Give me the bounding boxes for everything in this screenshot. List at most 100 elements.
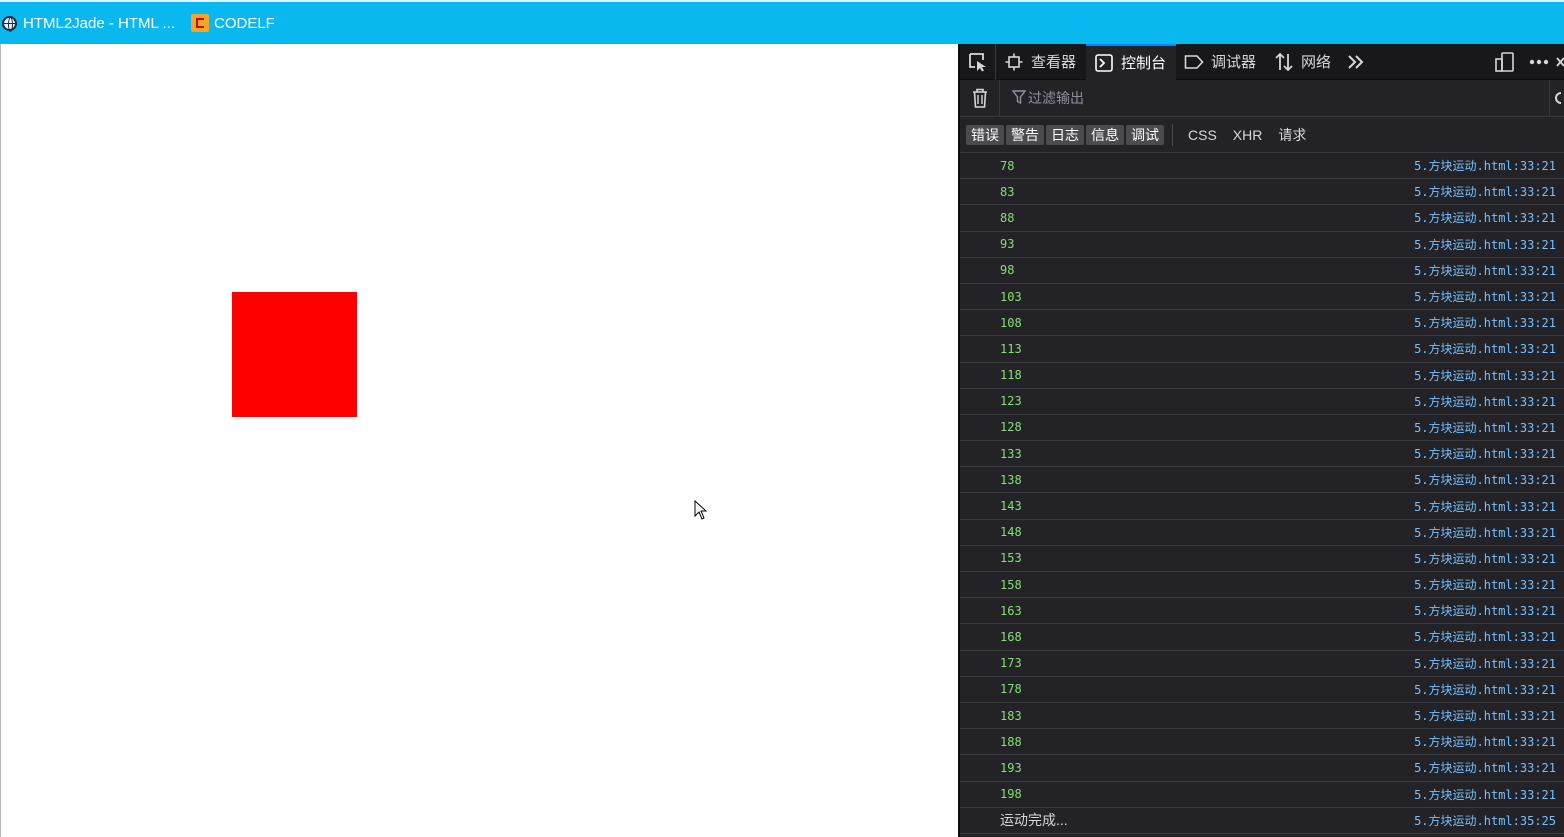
console-message-source-link[interactable]: 5.方块运动.html:33:21 bbox=[1414, 471, 1556, 488]
bookmark-codelf[interactable]: CODELF bbox=[190, 8, 291, 38]
inspector-icon bbox=[1004, 52, 1024, 72]
console-message-value: 138 bbox=[1000, 472, 1022, 487]
console-message: 143 5.方块运动.html:33:21 bbox=[960, 493, 1564, 520]
bookmark-label: CODELF bbox=[213, 14, 275, 32]
console-message: 118 5.方块运动.html:33:21 bbox=[960, 363, 1564, 389]
filter-wrapper bbox=[1000, 82, 1549, 114]
element-picker-icon bbox=[968, 52, 986, 71]
settings-button[interactable] bbox=[1549, 79, 1564, 117]
filter-errors[interactable]: 错误 bbox=[966, 124, 1004, 145]
console-filter-bar bbox=[960, 79, 1564, 117]
tab-debugger[interactable]: 调试器 bbox=[1176, 44, 1266, 80]
console-message: 83 5.方块运动.html:33:21 bbox=[960, 179, 1564, 206]
more-tabs-button[interactable] bbox=[1341, 44, 1371, 80]
codelf-icon bbox=[190, 14, 209, 32]
responsive-design-icon bbox=[1495, 52, 1514, 72]
console-message-source-link[interactable]: 5.方块运动.html:33:21 bbox=[1414, 445, 1556, 462]
console-message-source-link[interactable]: 5.方块运动.html:33:21 bbox=[1414, 759, 1556, 776]
console-message-value: 98 bbox=[1000, 263, 1015, 278]
console-message-source-link[interactable]: 5.方块运动.html:33:21 bbox=[1414, 183, 1556, 200]
console-message: 78 5.方块运动.html:33:21 bbox=[960, 153, 1564, 180]
filter-requests[interactable]: 请求 bbox=[1278, 125, 1306, 145]
console-message-value: 188 bbox=[1000, 734, 1022, 749]
moving-box bbox=[232, 292, 357, 417]
console-message-value: 78 bbox=[1000, 158, 1015, 173]
console-message-source-link[interactable]: 5.方块运动.html:33:21 bbox=[1414, 340, 1556, 357]
element-picker-button[interactable] bbox=[960, 44, 996, 80]
mouse-cursor-icon bbox=[694, 500, 708, 520]
console-message-source-link[interactable]: 5.方块运动.html:33:21 bbox=[1414, 209, 1556, 226]
trash-icon bbox=[972, 88, 987, 108]
gear-icon bbox=[1555, 92, 1561, 104]
network-icon bbox=[1274, 52, 1294, 72]
console-message-source-link[interactable]: 5.方块运动.html:33:21 bbox=[1414, 707, 1556, 724]
console-message-source-link[interactable]: 5.方块运动.html:33:21 bbox=[1414, 419, 1556, 436]
responsive-design-button[interactable] bbox=[1488, 44, 1522, 80]
console-message: 108 5.方块运动.html:33:21 bbox=[960, 310, 1564, 337]
console-message-source-link[interactable]: 5.方块运动.html:33:21 bbox=[1414, 236, 1556, 253]
filter-info[interactable]: 信息 bbox=[1086, 124, 1124, 145]
console-message-source-link[interactable]: 5.方块运动.html:33:21 bbox=[1414, 786, 1556, 803]
console-message-source-link[interactable]: 5.方块运动.html:33:21 bbox=[1414, 314, 1556, 331]
console-message: 148 5.方块运动.html:33:21 bbox=[960, 520, 1564, 546]
console-message: 103 5.方块运动.html:33:21 bbox=[960, 284, 1564, 311]
console-message-source-link[interactable]: 5.方块运动.html:33:21 bbox=[1414, 550, 1556, 567]
filter-debug[interactable]: 调试 bbox=[1126, 124, 1164, 145]
console-message-source-link[interactable]: 5.方块运动.html:33:21 bbox=[1414, 576, 1556, 593]
console-message-value: 118 bbox=[1000, 368, 1022, 383]
console-message: 158 5.方块运动.html:33:21 bbox=[960, 572, 1564, 599]
console-message-value: 88 bbox=[1000, 210, 1015, 225]
log-level-filters: 错误 警告 日志 信息 调试 CSS XHR 请求 bbox=[960, 117, 1564, 153]
console-message: 123 5.方块运动.html:33:21 bbox=[960, 389, 1564, 415]
console-message-source-link[interactable]: 5.方块运动.html:33:21 bbox=[1414, 157, 1556, 174]
console-message-source-link[interactable]: 5.方块运动.html:33:21 bbox=[1414, 393, 1556, 410]
console-message: 128 5.方块运动.html:33:21 bbox=[960, 415, 1564, 442]
console-message-source-link[interactable]: 5.方块运动.html:35:25 bbox=[1414, 812, 1556, 829]
close-icon bbox=[1556, 57, 1564, 67]
globe-icon bbox=[0, 14, 18, 32]
tab-label: 查看器 bbox=[1031, 54, 1077, 71]
console-message-source-link[interactable]: 5.方块运动.html:33:21 bbox=[1414, 288, 1556, 305]
filter-warnings[interactable]: 警告 bbox=[1006, 124, 1044, 145]
tab-label: 网络 bbox=[1301, 54, 1332, 71]
menu-button[interactable] bbox=[1522, 44, 1556, 80]
console-message: 98 5.方块运动.html:33:21 bbox=[960, 258, 1564, 284]
console-icon bbox=[1094, 53, 1114, 73]
devtools-toolbar: 查看器 控制台 调试器 网络 bbox=[960, 44, 1564, 80]
bookmark-html2jade[interactable]: HTML2Jade - HTML ... bbox=[0, 8, 191, 38]
tab-network[interactable]: 网络 bbox=[1266, 44, 1341, 80]
console-message: 153 5.方块运动.html:33:21 bbox=[960, 546, 1564, 572]
console-message-value: 83 bbox=[1000, 184, 1015, 199]
console-message-source-link[interactable]: 5.方块运动.html:33:21 bbox=[1414, 524, 1556, 541]
tab-inspector[interactable]: 查看器 bbox=[996, 44, 1086, 80]
console-message-source-link[interactable]: 5.方块运动.html:33:21 bbox=[1414, 628, 1556, 645]
console-message-value: 123 bbox=[1000, 394, 1022, 409]
filter-xhr[interactable]: XHR bbox=[1233, 127, 1263, 143]
console-message: 183 5.方块运动.html:33:21 bbox=[960, 703, 1564, 730]
console-message-source-link[interactable]: 5.方块运动.html:33:21 bbox=[1414, 681, 1556, 698]
console-message-source-link[interactable]: 5.方块运动.html:33:21 bbox=[1414, 655, 1556, 672]
clear-console-button[interactable] bbox=[960, 79, 1000, 117]
console-message: 138 5.方块运动.html:33:21 bbox=[960, 467, 1564, 494]
filter-logs[interactable]: 日志 bbox=[1046, 124, 1084, 145]
console-message: 193 5.方块运动.html:33:21 bbox=[960, 755, 1564, 782]
console-message-source-link[interactable]: 5.方块运动.html:33:21 bbox=[1414, 602, 1556, 619]
console-message-value: 133 bbox=[1000, 446, 1022, 461]
bookmark-label: HTML2Jade - HTML ... bbox=[23, 14, 175, 32]
console-message-source-link[interactable]: 5.方块运动.html:33:21 bbox=[1414, 367, 1556, 384]
console-message-value: 108 bbox=[1000, 315, 1022, 330]
console-message-source-link[interactable]: 5.方块运动.html:33:21 bbox=[1414, 262, 1556, 279]
console-message: 运动完成... 5.方块运动.html:35:25 bbox=[960, 808, 1564, 834]
devtools-panel: 查看器 控制台 调试器 网络 过滤输出 错误 警告 日志 信息 调试 CSS X… bbox=[958, 44, 1564, 837]
console-message: 178 5.方块运动.html:33:21 bbox=[960, 677, 1564, 703]
tab-console[interactable]: 控制台 bbox=[1086, 44, 1177, 80]
console-message-source-link[interactable]: 5.方块运动.html:33:21 bbox=[1414, 498, 1556, 515]
console-message-value: 193 bbox=[1000, 760, 1022, 775]
console-message-source-link[interactable]: 5.方块运动.html:33:21 bbox=[1414, 733, 1556, 750]
filter-output-input[interactable] bbox=[1000, 82, 1549, 114]
filter-css[interactable]: CSS bbox=[1188, 127, 1217, 143]
chevrons-right-icon bbox=[1348, 54, 1364, 69]
console-message-value: 113 bbox=[1000, 341, 1022, 356]
console-message: 163 5.方块运动.html:33:21 bbox=[960, 598, 1564, 625]
close-button[interactable] bbox=[1556, 44, 1564, 80]
